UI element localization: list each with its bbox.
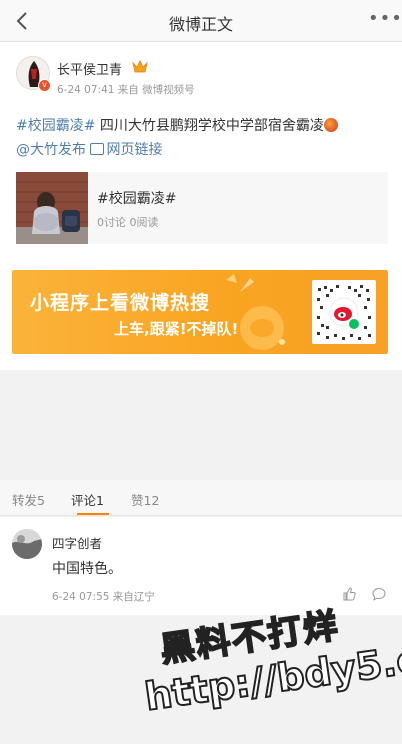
web-link-label: 网页链接 — [106, 142, 163, 158]
top-navbar: 微博正文 ••• — [0, 0, 402, 42]
interaction-tabs: 转发5 评论1 赞12 — [0, 480, 402, 516]
commenter-avatar[interactable] — [12, 529, 42, 559]
post-source: 来自 微博视频号 — [117, 84, 195, 96]
post-time: 6-24 07:41 — [57, 84, 115, 96]
web-link-icon — [90, 143, 105, 155]
post-meta: 6-24 07:41 来自 微博视频号 — [57, 82, 195, 97]
active-tab-indicator — [77, 513, 109, 515]
post-content: #校园霸凌# 四川大竹县鹏翔学校中学部宿舍霸凌 @大竹发布 网页链接 — [16, 114, 388, 162]
commenter-name[interactable]: 四字创者 — [52, 533, 102, 552]
banner-subline: 上车,跟紧!不掉队! — [114, 320, 239, 338]
more-dots-icon[interactable]: ••• — [368, 8, 402, 30]
hashtag-link[interactable]: #校园霸凌# — [16, 118, 95, 134]
banner-headline: 小程序上看微博热搜 — [30, 292, 211, 314]
author-name[interactable]: 长平侯卫青 — [57, 59, 122, 78]
topic-title: #校园霸凌# — [97, 191, 177, 207]
topic-card[interactable]: #校园霸凌# 0讨论 0阅读 — [16, 172, 388, 244]
web-link[interactable]: 网页链接 — [90, 142, 162, 158]
verified-badge-icon: v — [38, 79, 51, 92]
page-title: 微博正文 — [168, 15, 233, 34]
tab-comments[interactable]: 评论1 — [71, 490, 104, 509]
post-card: v 长平侯卫青 6-24 07:41 来自 微博视频号 #校园霸凌# 四川大竹县… — [0, 42, 402, 370]
tab-likes[interactable]: 赞12 — [131, 490, 159, 509]
comment-text: 中国特色。 — [52, 561, 122, 577]
topic-stats: 0讨论 0阅读 — [97, 216, 159, 229]
emoji-icon — [323, 118, 338, 132]
hot-search-banner[interactable]: 小程序上看微博热搜 上车,跟紧!不掉队! — [12, 270, 388, 354]
crown-icon — [132, 60, 148, 73]
comment-meta: 6-24 07:55 来自辽宁 — [52, 591, 155, 603]
topic-thumbnail — [16, 172, 88, 244]
spacer — [0, 370, 402, 480]
tab-reposts[interactable]: 转发5 — [12, 490, 45, 509]
mention-link[interactable]: @大竹发布 — [16, 142, 86, 158]
post-text: 四川大竹县鹏翔学校中学部宿舍霸凌 — [95, 118, 324, 134]
qr-code-icon — [312, 280, 376, 344]
